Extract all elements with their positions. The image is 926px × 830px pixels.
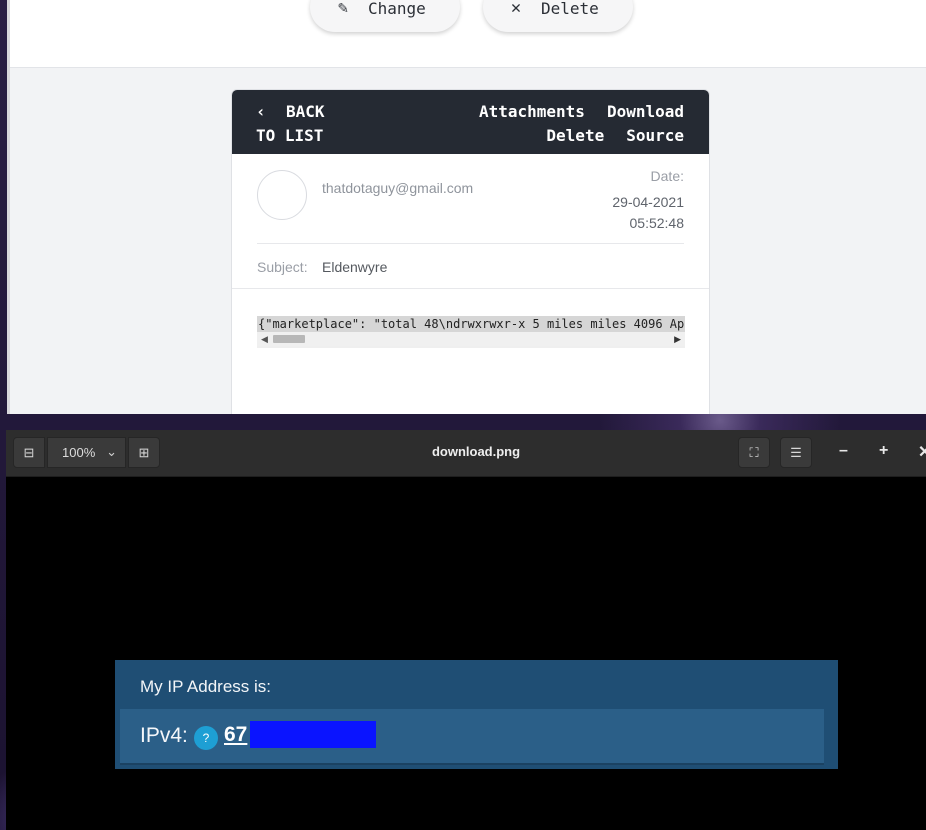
download-link[interactable]: Download <box>607 102 684 121</box>
ipv4-value: 67 <box>224 723 248 746</box>
help-icon: ? <box>194 726 218 750</box>
ipv4-label: IPv4: <box>140 724 188 747</box>
horizontal-scrollbar[interactable]: ◀ ▶ <box>257 332 685 346</box>
date-time: 05:52:48 <box>629 215 685 231</box>
displayed-image: My IP Address is: IPv4: ? 67 <box>115 660 838 769</box>
delete-label: Delete <box>541 0 599 18</box>
menu-button[interactable]: ☰ <box>780 437 812 468</box>
avatar <box>257 170 307 220</box>
mail-toolbar: ✎ Change ✕ Delete <box>10 0 926 68</box>
ip-heading: My IP Address is: <box>140 677 272 696</box>
sender-address: thatdotaguy@gmail.com <box>322 180 474 196</box>
change-label: Change <box>368 0 426 18</box>
maximize-button[interactable]: + <box>879 442 888 460</box>
redaction-box <box>250 721 376 748</box>
date-value: 29-04-2021 05:52:48 <box>612 192 684 234</box>
subject-value: Eldenwyre <box>322 259 388 275</box>
scroll-right-icon[interactable]: ▶ <box>674 334 681 345</box>
pen-icon: ✎ <box>337 0 349 18</box>
chevron-left-icon: ‹ <box>256 102 266 121</box>
fullscreen-icon: ⛶ <box>749 444 759 460</box>
email-body-text: {"marketplace": "total 48\ndrwxrwxr-x 5 … <box>257 316 685 332</box>
scroll-left-icon[interactable]: ◀ <box>261 334 268 345</box>
image-viewer-window: ⊟ 100% ⌄ ⊞ download.png ⛶ ☰ – + ✕ My IP … <box>6 430 926 830</box>
x-icon: ✕ <box>510 0 522 18</box>
email-body-code: {"marketplace": "total 48\ndrwxrwxr-x 5 … <box>257 316 685 348</box>
subject-label: Subject: <box>257 259 308 275</box>
delete-link[interactable]: Delete <box>546 126 604 145</box>
email-card: ‹ BACK TO LIST Attachments Download Delete… <box>231 89 710 414</box>
subject-row: Subject: Eldenwyre <box>232 244 709 289</box>
mail-window: ✎ Change ✕ Delete ‹ BACK TO LIST Attachme… <box>7 0 926 414</box>
change-button[interactable]: ✎ Change <box>310 0 460 32</box>
date-label: Date: <box>650 168 684 184</box>
back-line1: BACK <box>286 102 325 121</box>
fullscreen-button[interactable]: ⛶ <box>738 437 770 468</box>
delete-button[interactable]: ✕ Delete <box>483 0 633 32</box>
scroll-thumb[interactable] <box>273 335 305 343</box>
email-actions: Attachments Download Delete Source <box>457 100 684 148</box>
hamburger-icon: ☰ <box>790 444 802 460</box>
minimize-button[interactable]: – <box>839 442 848 460</box>
back-to-list-link[interactable]: ‹ BACK TO LIST <box>256 100 325 148</box>
ipv4-row: IPv4: ? 67 <box>120 709 824 765</box>
email-meta: thatdotaguy@gmail.com Date: 29-04-2021 0… <box>257 154 684 244</box>
source-link[interactable]: Source <box>626 126 684 145</box>
back-line2: TO LIST <box>256 126 324 145</box>
date-day: 29-04-2021 <box>612 194 684 210</box>
email-card-header: ‹ BACK TO LIST Attachments Download Delete… <box>232 90 709 154</box>
viewer-headerbar: ⊟ 100% ⌄ ⊞ download.png ⛶ ☰ – + ✕ <box>6 430 926 477</box>
close-button[interactable]: ✕ <box>918 442 926 462</box>
attachments-link[interactable]: Attachments <box>479 102 585 121</box>
